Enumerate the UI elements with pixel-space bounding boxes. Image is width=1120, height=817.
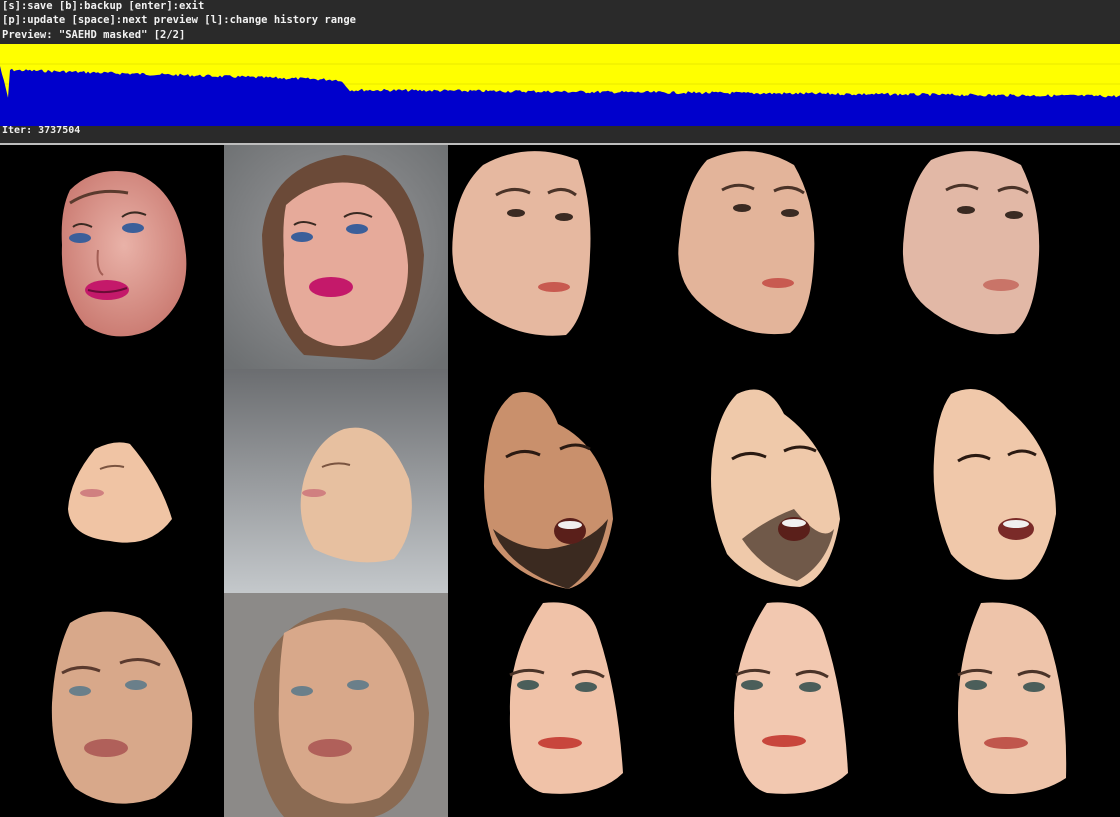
row2-src-recon	[224, 369, 448, 593]
row3-src-masked	[0, 593, 224, 817]
loss-series-blue	[0, 66, 1120, 126]
face-image	[224, 369, 448, 593]
face-image	[678, 151, 815, 335]
face-image	[509, 602, 623, 794]
row2-dst-recon	[672, 369, 896, 593]
face-image	[957, 602, 1067, 794]
face-image	[224, 145, 448, 369]
row1-swap	[896, 145, 1120, 369]
row3-dst-recon	[672, 593, 896, 817]
row3-swap	[896, 593, 1120, 817]
face-image	[68, 442, 172, 543]
face-image	[224, 593, 448, 817]
row1-dst-masked	[448, 145, 672, 369]
row1-src-masked	[0, 145, 224, 369]
face-image	[484, 392, 613, 589]
iteration-counter: Iter: 3737504	[2, 125, 81, 136]
row2-src-masked	[0, 369, 224, 593]
face-image	[734, 602, 848, 794]
preview-name-line: Preview: "SAEHD masked" [2/2]	[2, 29, 186, 41]
face-image	[61, 171, 187, 337]
face-image	[452, 151, 591, 336]
loss-history-svg	[0, 63, 1120, 126]
help-line-update: [p]:update [space]:next preview [l]:chan…	[2, 14, 357, 26]
row3-dst-masked	[448, 593, 672, 817]
row2-swap	[896, 369, 1120, 593]
loss-history-graph	[0, 44, 1120, 126]
row2-dst-masked	[448, 369, 672, 593]
row1-dst-recon	[672, 145, 896, 369]
face-image	[902, 151, 1040, 335]
row3-src-recon	[224, 593, 448, 817]
row1-src-recon	[224, 145, 448, 369]
face-image	[933, 389, 1056, 580]
face-image	[51, 611, 193, 804]
face-image	[711, 389, 840, 587]
preview-grid	[0, 145, 1120, 817]
training-window-header: [s]:save [b]:backup [enter]:exit [p]:upd…	[0, 0, 1120, 145]
help-line-save: [s]:save [b]:backup [enter]:exit	[2, 0, 205, 12]
